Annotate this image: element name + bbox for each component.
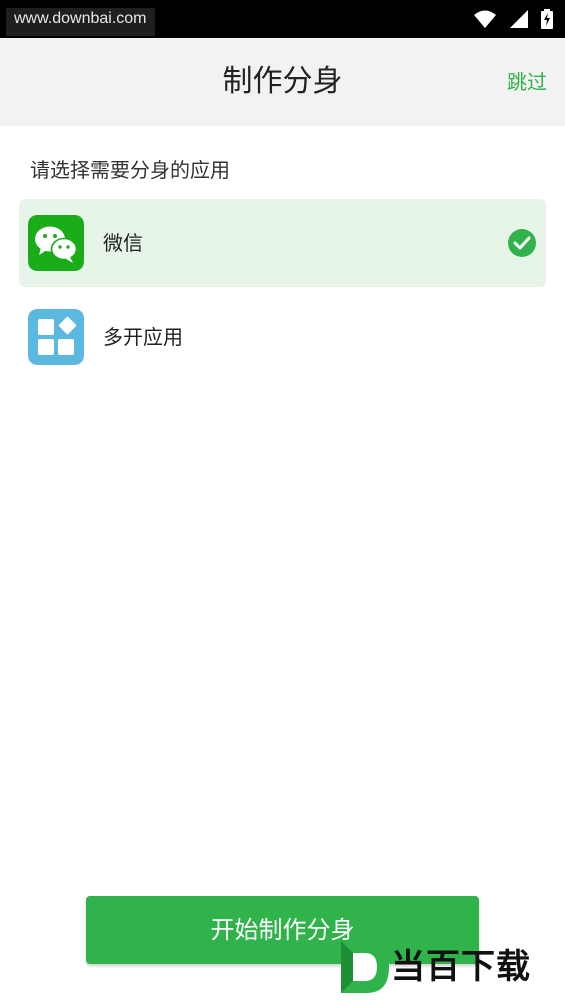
status-icons <box>473 9 553 29</box>
signal-icon <box>510 10 528 28</box>
wechat-icon <box>28 215 84 271</box>
downbai-logo-watermark: 当百下载 <box>333 933 559 1001</box>
skip-button[interactable]: 跳过 <box>507 68 547 96</box>
wifi-icon <box>474 10 496 28</box>
header: 制作分身 跳过 <box>0 38 565 126</box>
app-item-wechat[interactable]: 微信 <box>19 199 546 287</box>
select-app-prompt: 请选择需要分身的应用 <box>30 158 230 182</box>
status-bar: www.downbai.com <box>0 0 565 38</box>
app-label-multi-open: 多开应用 <box>103 325 183 349</box>
page-title: 制作分身 <box>222 64 343 99</box>
multi-open-app-icon <box>28 309 84 365</box>
watermark-url: www.downbai.com <box>6 8 155 36</box>
app-label-wechat: 微信 <box>103 231 143 255</box>
battery-charging-icon <box>541 9 553 29</box>
downbai-logo-text: 当百下载 <box>391 947 531 987</box>
check-circle-icon <box>508 229 536 257</box>
downbai-logo-icon <box>341 941 389 993</box>
app-item-multi-open[interactable]: 多开应用 <box>19 293 546 381</box>
